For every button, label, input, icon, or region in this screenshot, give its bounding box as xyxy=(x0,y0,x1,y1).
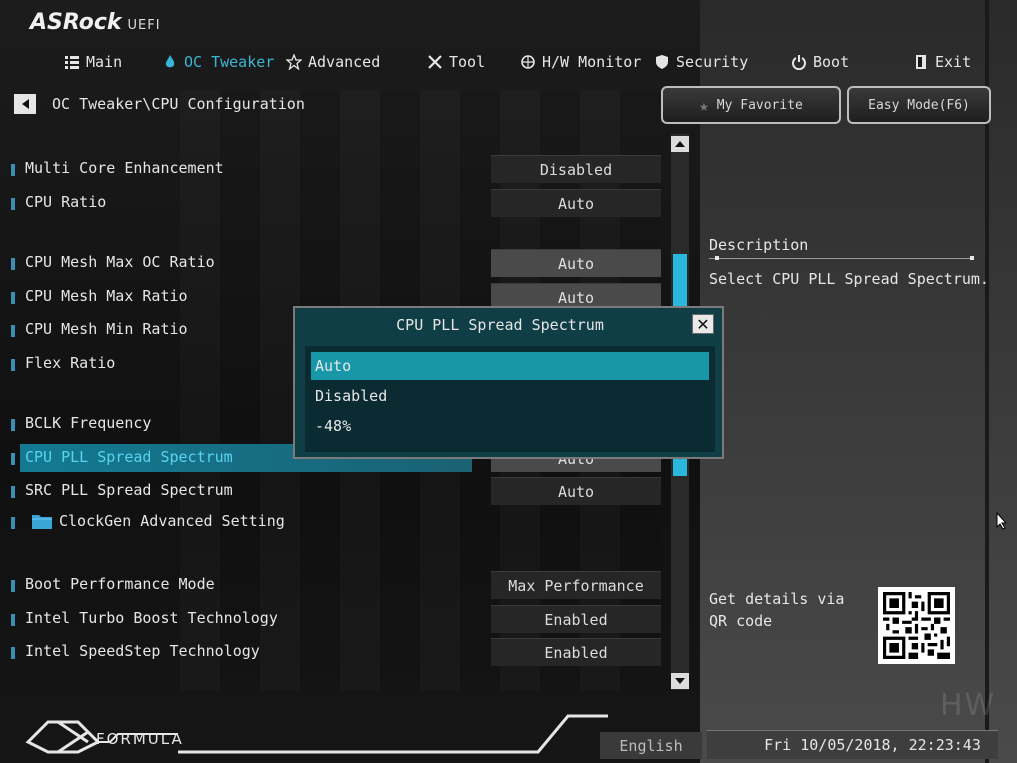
language-selector[interactable]: English xyxy=(600,732,702,759)
popup-option-minus-48[interactable]: -48% xyxy=(311,412,709,440)
exit-icon xyxy=(916,55,926,69)
close-icon[interactable]: ✕ xyxy=(692,314,714,334)
bullet-icon xyxy=(11,325,15,337)
setting-row[interactable]: Intel SpeedStep Technology Enabled xyxy=(0,638,661,666)
monitor-icon xyxy=(521,55,535,69)
bullet-icon xyxy=(11,164,15,176)
bullet-icon xyxy=(11,647,15,659)
setting-label: SRC PLL Spread Spectrum xyxy=(25,481,233,499)
mouse-cursor-icon xyxy=(996,512,1008,530)
qr-code-image xyxy=(883,592,950,659)
tab-hw-monitor-label: H/W Monitor xyxy=(542,53,642,71)
setting-row[interactable]: Intel Turbo Boost Technology Enabled xyxy=(0,605,661,633)
bullet-icon xyxy=(11,359,15,371)
setting-value[interactable]: Auto xyxy=(491,189,661,217)
bullet-icon xyxy=(11,419,15,431)
qr-caption: Get details via QR code xyxy=(709,590,845,630)
setting-row[interactable]: SRC PLL Spread Spectrum Auto xyxy=(0,477,661,505)
tab-tool-label: Tool xyxy=(449,53,486,71)
description-text: Select CPU PLL Spread Spectrum. xyxy=(709,270,989,288)
bullet-icon xyxy=(11,486,15,498)
flame-icon xyxy=(165,55,175,68)
setting-row[interactable]: CPU Mesh Max OC Ratio Auto xyxy=(0,249,661,277)
setting-label: CPU Ratio xyxy=(25,193,107,211)
setting-label: Intel SpeedStep Technology xyxy=(25,642,260,660)
setting-value[interactable]: Disabled xyxy=(491,155,661,183)
watermark-logo: HW xyxy=(940,688,997,723)
setting-label: Flex Ratio xyxy=(25,354,116,372)
my-favorite-label: My Favorite xyxy=(716,97,803,113)
tab-security[interactable]: Security xyxy=(654,50,748,74)
tab-boot-label: Boot xyxy=(813,53,850,71)
star-icon xyxy=(286,54,302,70)
description-title: Description xyxy=(709,236,809,254)
popup-options-list: Auto Disabled -48% xyxy=(305,346,715,452)
easy-mode-button[interactable]: Easy Mode(F6) xyxy=(847,86,991,124)
tab-exit-label: Exit xyxy=(935,53,972,71)
bullet-icon xyxy=(11,580,15,592)
setting-label: ClockGen Advanced Setting xyxy=(59,512,285,530)
popup-title: CPU PLL Spread Spectrum xyxy=(396,316,604,334)
asrock-logo: ASRock UEFI xyxy=(30,10,161,38)
bullet-icon xyxy=(11,453,15,465)
tab-advanced-label: Advanced xyxy=(308,53,381,71)
setting-label: CPU Mesh Max OC Ratio xyxy=(25,253,215,271)
top-navigation: Main OC Tweaker Advanced Tool H/W Monito… xyxy=(0,44,1017,80)
tab-oc-tweaker-label: OC Tweaker xyxy=(184,53,275,71)
setting-label: BCLK Frequency xyxy=(25,414,152,432)
setting-value[interactable]: Enabled xyxy=(491,605,661,633)
tab-oc-tweaker[interactable]: OC Tweaker xyxy=(162,50,274,74)
description-divider xyxy=(709,258,974,259)
tab-main-label: Main xyxy=(86,53,123,71)
setting-label: Multi Core Enhancement xyxy=(25,159,224,177)
my-favorite-button[interactable]: ★ My Favorite xyxy=(661,86,841,124)
shield-icon xyxy=(656,55,668,69)
breadcrumb: OC Tweaker\CPU Configuration xyxy=(52,95,305,113)
setting-label: CPU Mesh Min Ratio xyxy=(25,320,188,338)
popup-option-disabled[interactable]: Disabled xyxy=(311,382,709,410)
setting-label: CPU Mesh Max Ratio xyxy=(25,287,188,305)
tab-hw-monitor[interactable]: H/W Monitor xyxy=(520,50,641,74)
setting-label: Boot Performance Mode xyxy=(25,575,215,593)
bullet-icon xyxy=(11,614,15,626)
setting-value[interactable]: Enabled xyxy=(491,638,661,666)
date-time-display: Fri 10/05/2018, 22:23:43 xyxy=(707,730,998,759)
easy-mode-label: Easy Mode(F6) xyxy=(868,97,970,113)
scroll-up-button[interactable] xyxy=(671,136,689,152)
brand-name: ASRock xyxy=(30,10,122,35)
setting-value[interactable]: Auto xyxy=(491,477,661,505)
setting-row[interactable]: CPU Ratio Auto xyxy=(0,189,661,217)
tab-tool[interactable]: Tool xyxy=(427,50,485,74)
list-icon xyxy=(65,56,79,69)
bullet-icon xyxy=(11,517,15,529)
setting-value[interactable]: Max Performance xyxy=(491,571,661,599)
brand-suffix: UEFI xyxy=(127,18,161,33)
back-button[interactable] xyxy=(14,94,36,114)
favorite-star-icon: ★ xyxy=(699,95,709,115)
tab-advanced[interactable]: Advanced xyxy=(286,50,380,74)
bullet-icon xyxy=(11,292,15,304)
divider-dot xyxy=(715,256,719,260)
folder-icon xyxy=(32,515,52,529)
tools-icon xyxy=(428,55,442,69)
setting-row[interactable]: Multi Core Enhancement Disabled xyxy=(0,155,661,183)
bullet-icon xyxy=(11,258,15,270)
bullet-icon xyxy=(11,198,15,210)
tab-boot[interactable]: Boot xyxy=(791,50,849,74)
setting-row[interactable]: Boot Performance Mode Max Performance xyxy=(0,571,661,599)
option-popup-dialog: CPU PLL Spread Spectrum ✕ Auto Disabled … xyxy=(293,306,724,459)
popup-option-auto[interactable]: Auto xyxy=(311,352,709,380)
tab-main[interactable]: Main xyxy=(64,50,122,74)
qr-code xyxy=(878,587,955,664)
tab-exit[interactable]: Exit xyxy=(913,50,971,74)
formula-brand-text: FORMULA xyxy=(96,730,184,748)
divider-dot xyxy=(970,256,974,260)
submenu-row[interactable]: ClockGen Advanced Setting xyxy=(0,508,660,536)
setting-value[interactable]: Auto xyxy=(491,249,661,277)
tab-security-label: Security xyxy=(676,53,749,71)
power-icon xyxy=(792,55,806,70)
scroll-down-button[interactable] xyxy=(671,673,689,689)
setting-label: Intel Turbo Boost Technology xyxy=(25,609,278,627)
setting-label: CPU PLL Spread Spectrum xyxy=(25,448,233,466)
